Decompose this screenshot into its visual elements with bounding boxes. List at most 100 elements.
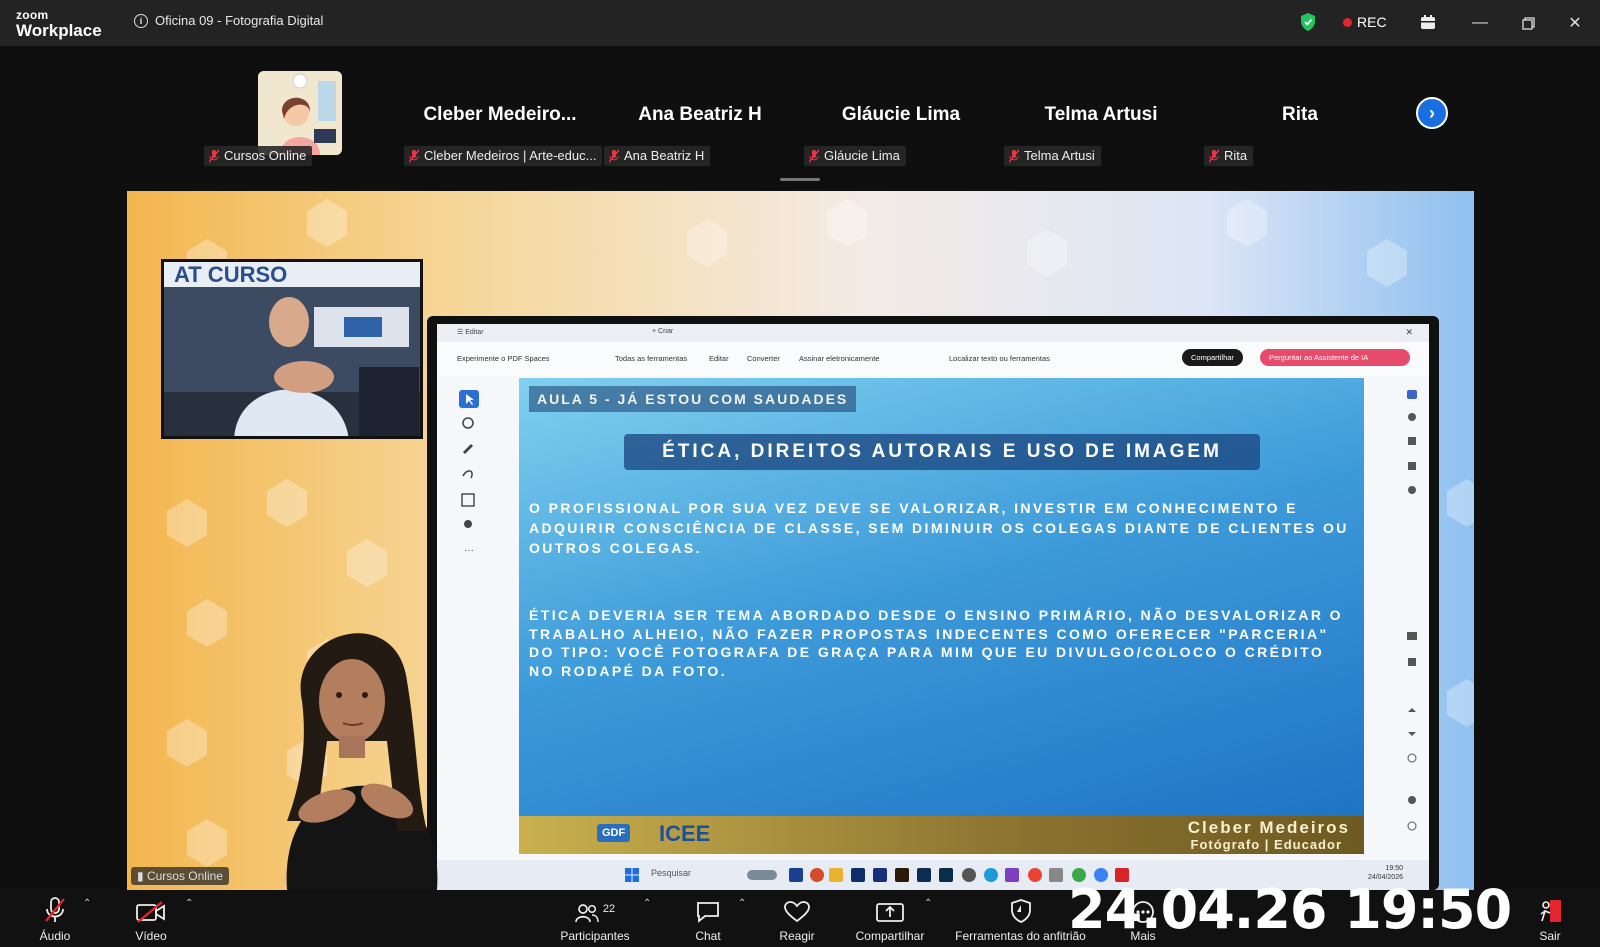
video-caret-icon[interactable]: ⌃ [185,898,193,909]
video-button[interactable]: Vídeo [128,890,174,947]
title-bar: zoom Workplace i Oficina 09 - Fotografia… [0,0,1600,46]
minimize-icon[interactable]: — [1469,12,1491,34]
leave-icon [1540,900,1561,922]
muted-mic-icon [45,897,65,922]
pdf-right-tools [1405,386,1419,846]
page-indicator [780,178,820,181]
participants-label: Participantes [560,929,630,943]
leave-button[interactable]: Sair [1532,890,1568,947]
participant-tag: Telma Artusi [1004,146,1101,166]
muted-mic-icon [1209,149,1219,163]
avatar[interactable] [258,71,342,155]
share-caret-icon[interactable]: ⌃ [924,898,932,909]
participants-caret-icon[interactable]: ⌃ [643,898,651,909]
menu-item[interactable]: Todas as ferramentas [615,354,687,363]
host-shield-icon [1010,899,1031,923]
brand-large: Workplace [16,21,102,40]
meeting-title: Oficina 09 - Fotografia Digital [155,13,324,28]
muted-mic-icon [209,149,219,163]
overlay-timestamp: 24.04.26 19:50 [1068,878,1512,941]
share-screen-icon [876,903,904,922]
participant-tag: Gláucie Lima [804,146,906,166]
rec-dot-icon [1343,17,1352,27]
presenter-camera: AT CURSO [161,259,423,439]
slide-footer: GDF ICEE Cleber Medeiros Fotógrafo | Edu… [519,816,1364,854]
share-label: Compartilhar [855,929,925,943]
participant-name: Ana Beatriz H [638,104,762,125]
audio-button[interactable]: Áudio [34,890,76,947]
react-label: Reagir [779,929,815,943]
rec-label: REC [1357,14,1387,30]
encryption-shield-icon[interactable] [1300,12,1316,32]
pdf-share-button[interactable]: Compartilhar [1182,349,1243,366]
participant-tag: Cleber Medeiros | Arte-educ... [404,146,603,166]
close-icon[interactable]: ✕ [1564,12,1586,34]
heart-icon [784,901,810,923]
menu-item[interactable]: Editar [709,354,729,363]
leave-label: Sair [1539,929,1561,943]
promo-link[interactable]: Experimente o PDF Spaces [457,354,550,363]
menu-item[interactable]: Assinar eletronicamente [799,354,879,363]
svg-text:···: ··· [464,545,474,556]
muted-mic-icon [409,149,419,163]
presenter-label: ▮ Cursos Online [131,867,229,885]
meeting-info[interactable]: i Oficina 09 - Fotografia Digital [134,13,323,28]
audio-caret-icon[interactable]: ⌃ [83,898,91,909]
svg-text:AT CURSO: AT CURSO [174,262,287,287]
participant-strip: Cursos Online Cleber Medeiro... Cleber M… [0,46,1600,186]
presentation-slide: AULA 5 - JÁ ESTOU COM SAUDADES ÉTICA, DI… [519,378,1364,854]
pdf-viewer: ☰ Editar + Criar ✕ Experimente o PDF Spa… [437,324,1429,890]
chat-label: Chat [695,929,721,943]
participants-button[interactable]: 22 Participantes [553,890,637,947]
shared-screen: AT CURSO ☰ Editar + Criar ✕ Experimente … [127,191,1474,890]
muted-mic-icon [809,149,819,163]
brand-small: zoom [16,8,49,22]
signal-icon: ▮ [137,869,144,883]
host-tools-label: Ferramentas do anfitrião [955,929,1086,943]
next-page-button[interactable]: › [1416,97,1448,129]
muted-mic-icon [1009,149,1019,163]
gdf-logo: GDF [597,824,631,842]
chat-button[interactable]: Chat [690,890,726,947]
participant-name: Gláucie Lima [841,104,961,125]
participant-tag: Ana Beatriz H [604,146,711,166]
participant-name: Cleber Medeiro... [423,104,577,125]
react-button[interactable]: Reagir [777,890,817,947]
pdf-tab[interactable]: ☰ Editar [457,328,484,336]
video-off-icon [136,901,165,923]
menu-item[interactable]: Converter [747,354,780,363]
window-close-icon[interactable]: ✕ [1405,327,1413,338]
chat-icon [697,902,719,923]
zoom-logo: zoom Workplace [16,9,102,39]
participant-name: Rita [1282,104,1318,125]
chevron-right-icon: › [1429,102,1435,123]
slide-paragraph-2: ÉTICA DEVERIA SER TEMA ABORDADO DESDE O … [529,607,1343,679]
pdf-tab-bar: ☰ Editar + Criar ✕ [437,324,1429,342]
restore-icon[interactable] [1517,12,1539,34]
slide-title: ÉTICA, DIREITOS AUTORAIS E USO DE IMAGEM [624,434,1260,470]
slide-lesson-label: AULA 5 - JÁ ESTOU COM SAUDADES [529,386,857,412]
participant-tag: Cursos Online [204,146,313,166]
participant-name: Telma Artusi [1044,104,1158,125]
icee-logo: ICEE [659,821,711,846]
share-button[interactable]: Compartilhar [850,890,930,947]
new-tab-button[interactable]: + Criar [652,328,673,335]
pdf-left-tools: ··· [457,388,481,588]
sign-language-interpreter [286,633,438,890]
pdf-search-field[interactable]: Localizar texto ou ferramentas [949,354,1050,363]
taskbar-search[interactable]: Pesquisar [651,868,691,878]
participant-tag: Rita [1204,146,1254,166]
info-icon[interactable]: i [134,13,148,28]
recording-indicator[interactable]: REC [1343,14,1387,30]
chat-caret-icon[interactable]: ⌃ [738,898,746,909]
windows-start-icon[interactable] [625,868,639,882]
slide-author: Cleber Medeiros [1187,818,1350,837]
participants-icon [575,904,599,923]
pdf-menu-bar: Experimente o PDF Spaces Todas as ferram… [437,342,1429,376]
slide-author-role: Fotógrafo | Educador [1190,837,1342,852]
pdf-ai-button[interactable]: Perguntar ao Assistente de IA [1260,349,1410,366]
slide-paragraph-1: O PROFISSIONAL POR SUA VEZ DEVE SE VALOR… [529,500,1349,556]
audio-label: Áudio [39,929,71,943]
apps-icon[interactable] [1417,12,1439,34]
muted-mic-icon [609,149,619,163]
